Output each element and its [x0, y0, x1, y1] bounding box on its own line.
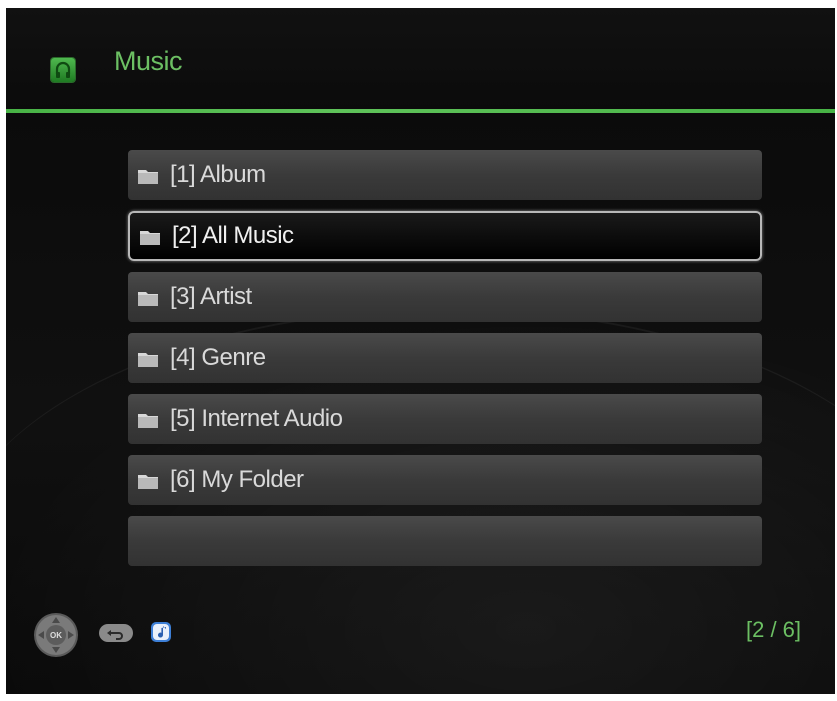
- svg-text:OK: OK: [50, 631, 62, 640]
- menu-item-label: [5] Internet Audio: [170, 405, 343, 432]
- music-note-icon: [151, 622, 171, 642]
- folder-icon: [138, 414, 158, 428]
- menu-item-label: [6] My Folder: [170, 466, 304, 493]
- folder-icon: [138, 353, 158, 367]
- menu-item-album[interactable]: [1] Album: [128, 150, 762, 200]
- page-title: Music: [114, 46, 183, 76]
- menu-item-internet-audio[interactable]: [5] Internet Audio: [128, 394, 762, 444]
- menu-list: [1] Album [2] All Music [3] Artist [4] G…: [128, 150, 764, 577]
- menu-item-label: [1] Album: [170, 161, 266, 188]
- menu-item-artist[interactable]: [3] Artist: [128, 272, 762, 322]
- header: Music: [6, 8, 835, 113]
- menu-item-all-music[interactable]: [2] All Music: [128, 211, 762, 261]
- menu-item-my-folder[interactable]: [6] My Folder: [128, 455, 762, 505]
- return-icon: [99, 624, 133, 642]
- screen: Music [1] Album [2] All Music [3] Artist: [6, 8, 835, 694]
- menu-item-label: [4] Genre: [170, 344, 266, 371]
- music-app-icon: [51, 58, 75, 82]
- folder-icon: [138, 292, 158, 306]
- dpad-ok-icon: OK: [34, 613, 78, 657]
- menu-item-empty: [128, 516, 762, 566]
- page-indicator: [2 / 6]: [746, 617, 802, 642]
- menu-item-genre[interactable]: [4] Genre: [128, 333, 762, 383]
- menu-item-label: [2] All Music: [172, 222, 294, 249]
- header-divider: [6, 109, 835, 113]
- menu-item-label: [3] Artist: [170, 283, 252, 310]
- folder-icon: [138, 475, 158, 489]
- folder-icon: [138, 170, 158, 184]
- folder-icon: [140, 231, 160, 245]
